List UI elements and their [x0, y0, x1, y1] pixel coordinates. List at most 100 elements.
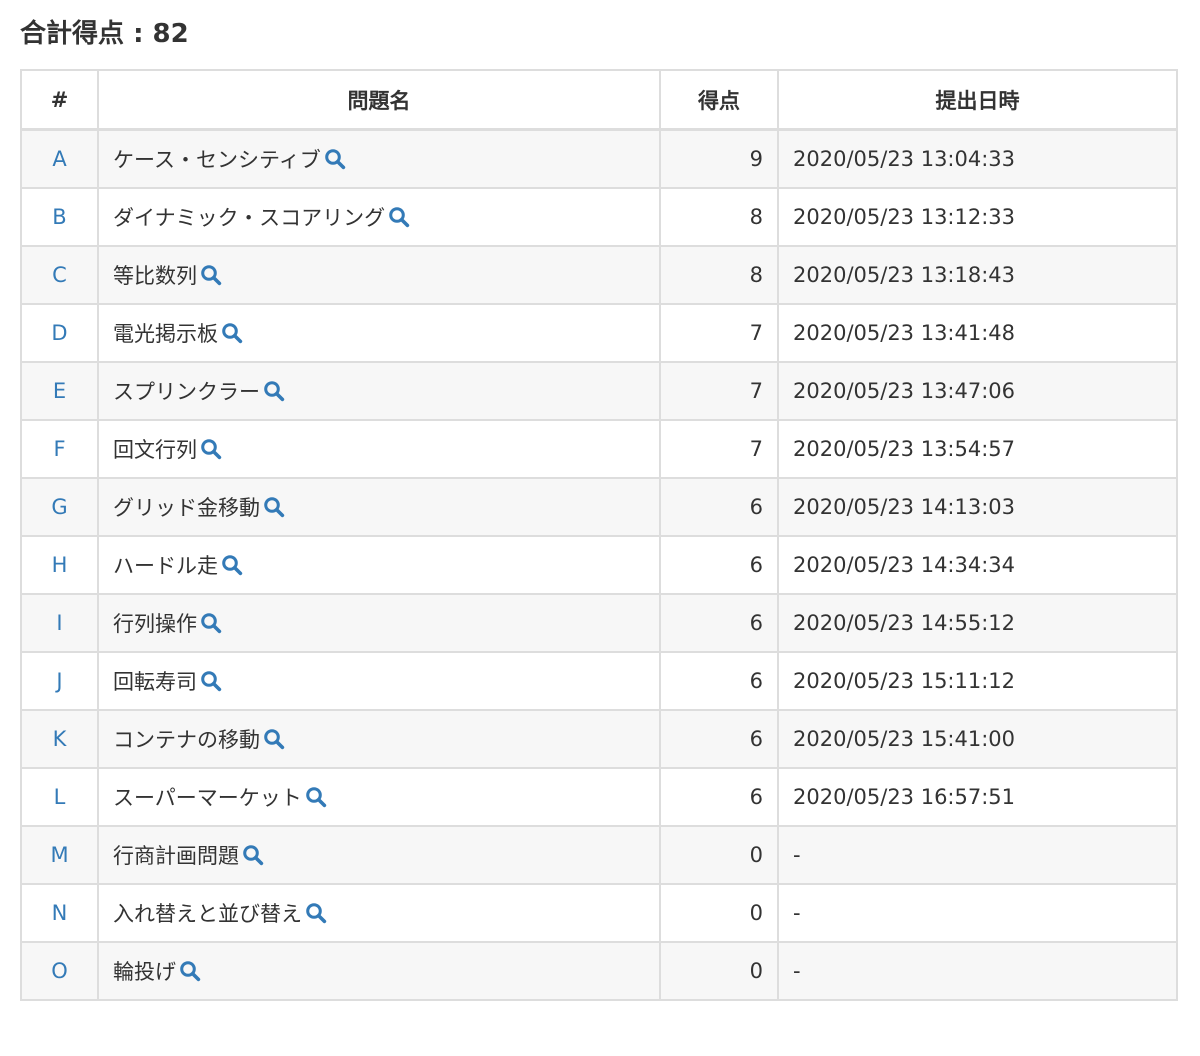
problem-id-link[interactable]: C [52, 263, 67, 287]
problem-id-link[interactable]: E [53, 379, 66, 403]
total-score-value: 82 [152, 19, 189, 49]
problem-name: 回転寿司 [113, 669, 197, 694]
problem-id-cell: C [20, 245, 99, 305]
problem-name: グリッド金移動 [113, 495, 260, 520]
problem-id-link[interactable]: H [52, 553, 68, 577]
submitted-at-cell: - [777, 883, 1178, 943]
search-icon[interactable] [263, 728, 285, 755]
problem-name: 輪投げ [113, 959, 176, 984]
total-score: 合計得点 : 82 [20, 14, 189, 54]
problem-id-cell: G [20, 477, 99, 537]
search-icon[interactable] [324, 148, 346, 175]
table-header: # 問題名 得点 提出日時 [20, 69, 1178, 131]
problem-id-link[interactable]: L [54, 785, 66, 809]
table-row: B ダイナミック・スコアリング 8 2020/05/23 13:12:33 [20, 187, 1178, 247]
submitted-at-cell: - [777, 825, 1178, 885]
problem-name-cell: ダイナミック・スコアリング [97, 187, 661, 247]
search-icon[interactable] [242, 844, 264, 871]
score-cell: 8 [659, 245, 779, 305]
problem-id-link[interactable]: N [52, 901, 68, 925]
score-cell: 0 [659, 883, 779, 943]
header-submitted-at: 提出日時 [777, 69, 1178, 131]
problem-name-cell: ケース・センシティブ [97, 128, 661, 189]
submitted-at-cell: - [777, 941, 1178, 1001]
problem-id-cell: E [20, 361, 99, 421]
score-cell: 6 [659, 593, 779, 653]
problem-name-cell: スーパーマーケット [97, 767, 661, 827]
problem-name-cell: 回文行列 [97, 419, 661, 479]
score-cell: 0 [659, 941, 779, 1001]
problem-id-link[interactable]: G [51, 495, 67, 519]
search-icon[interactable] [221, 322, 243, 349]
table-row: M 行商計画問題 0 - [20, 825, 1178, 885]
problem-name: コンテナの移動 [113, 727, 260, 752]
search-icon[interactable] [179, 960, 201, 987]
score-cell: 6 [659, 535, 779, 595]
problem-id-link[interactable]: F [53, 437, 65, 461]
problem-name-cell: 入れ替えと並び替え [97, 883, 661, 943]
header-problem-name: 問題名 [97, 69, 661, 131]
search-icon[interactable] [388, 206, 410, 233]
problem-name-cell: 行商計画問題 [97, 825, 661, 885]
problem-id-link[interactable]: K [53, 727, 67, 751]
search-icon[interactable] [221, 554, 243, 581]
problem-id-cell: J [20, 651, 99, 711]
table-row: H ハードル走 6 2020/05/23 14:34:34 [20, 535, 1178, 595]
search-icon[interactable] [200, 264, 222, 291]
problem-id-link[interactable]: I [56, 611, 62, 635]
submitted-at-cell: 2020/05/23 13:47:06 [777, 361, 1178, 421]
score-cell: 7 [659, 361, 779, 421]
score-cell: 6 [659, 477, 779, 537]
submitted-at-cell: 2020/05/23 16:57:51 [777, 767, 1178, 827]
score-cell: 7 [659, 303, 779, 363]
table-row: G グリッド金移動 6 2020/05/23 14:13:03 [20, 477, 1178, 537]
problem-id-cell: O [20, 941, 99, 1001]
search-icon[interactable] [263, 380, 285, 407]
problem-name-cell: グリッド金移動 [97, 477, 661, 537]
problem-name: スーパーマーケット [113, 785, 302, 810]
search-icon[interactable] [263, 496, 285, 523]
table-row: K コンテナの移動 6 2020/05/23 15:41:00 [20, 709, 1178, 769]
submitted-at-cell: 2020/05/23 13:18:43 [777, 245, 1178, 305]
total-score-separator: : [124, 19, 153, 49]
problem-name: ハードル走 [113, 553, 218, 578]
problem-name-cell: スプリンクラー [97, 361, 661, 421]
search-icon[interactable] [305, 786, 327, 813]
search-icon[interactable] [200, 670, 222, 697]
problem-id-cell: H [20, 535, 99, 595]
problem-id-link[interactable]: M [50, 843, 68, 867]
submitted-at-cell: 2020/05/23 15:41:00 [777, 709, 1178, 769]
problem-name-cell: 等比数列 [97, 245, 661, 305]
problem-id-link[interactable]: J [56, 669, 62, 693]
submitted-at-cell: 2020/05/23 13:41:48 [777, 303, 1178, 363]
table-row: E スプリンクラー 7 2020/05/23 13:47:06 [20, 361, 1178, 421]
table-row: L スーパーマーケット 6 2020/05/23 16:57:51 [20, 767, 1178, 827]
total-score-label: 合計得点 [20, 19, 125, 49]
problem-id-cell: D [20, 303, 99, 363]
problem-name-cell: ハードル走 [97, 535, 661, 595]
problem-name-cell: コンテナの移動 [97, 709, 661, 769]
table-row: C 等比数列 8 2020/05/23 13:18:43 [20, 245, 1178, 305]
table-body: A ケース・センシティブ 9 2020/05/23 13:04:33 B ダイナ… [20, 128, 1178, 1001]
header-number: # [20, 69, 99, 131]
problem-name: ダイナミック・スコアリング [113, 205, 386, 230]
problem-id-link[interactable]: B [52, 205, 66, 229]
header-score: 得点 [659, 69, 779, 131]
problem-id-cell: F [20, 419, 99, 479]
score-cell: 6 [659, 709, 779, 769]
score-cell: 8 [659, 187, 779, 247]
table-row: I 行列操作 6 2020/05/23 14:55:12 [20, 593, 1178, 653]
header-row: # 問題名 得点 提出日時 [20, 69, 1178, 131]
score-cell: 6 [659, 767, 779, 827]
submitted-at-cell: 2020/05/23 14:34:34 [777, 535, 1178, 595]
problem-id-link[interactable]: D [51, 321, 67, 345]
search-icon[interactable] [200, 438, 222, 465]
search-icon[interactable] [305, 902, 327, 929]
problem-id-link[interactable]: O [51, 959, 68, 983]
score-page: 合計得点 : 82 # 問題名 得点 提出日時 A ケース・センシティブ 9 2… [0, 0, 1200, 1056]
search-icon[interactable] [200, 612, 222, 639]
problem-id-cell: M [20, 825, 99, 885]
table-row: F 回文行列 7 2020/05/23 13:54:57 [20, 419, 1178, 479]
problem-id-link[interactable]: A [52, 147, 66, 171]
submitted-at-cell: 2020/05/23 15:11:12 [777, 651, 1178, 711]
